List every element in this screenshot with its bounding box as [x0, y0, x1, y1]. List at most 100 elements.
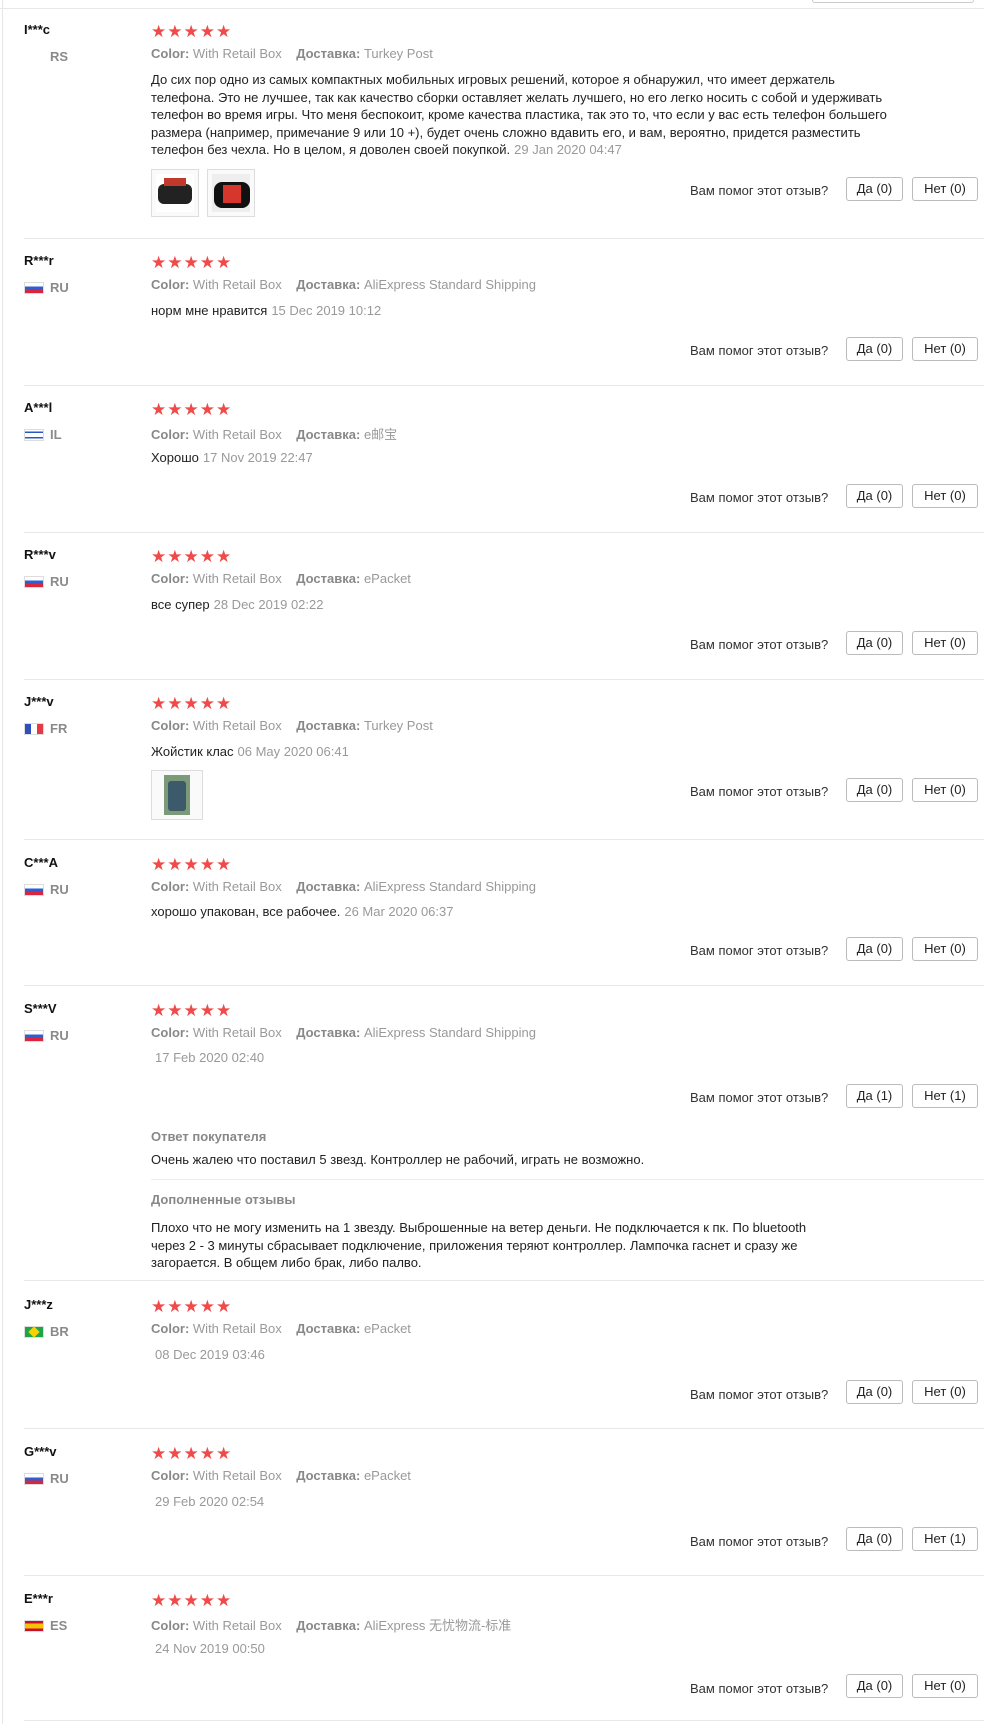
rating-stars: ★★★★★ [151, 1444, 233, 1463]
reviewer-name: J***v [24, 694, 54, 709]
helpful-yes-button[interactable]: Да (0) [846, 937, 903, 961]
helpful-yes-button[interactable]: Да (0) [846, 337, 903, 361]
helpful-no-button[interactable]: Нет (0) [912, 937, 978, 961]
helpful-no-button[interactable]: Нет (0) [912, 778, 978, 802]
review-divider [24, 532, 984, 533]
helpful-question: Вам помог этот отзыв? [690, 1387, 829, 1402]
review-text: 29 Feb 2020 02:54 [155, 1494, 265, 1509]
review-divider [24, 985, 984, 986]
review-photo-thumbnail[interactable] [151, 770, 203, 820]
rating-stars: ★★★★★ [151, 855, 233, 874]
flag-icon [24, 428, 44, 441]
additional-review-text: Плохо что не могу изменить на 1 звезду. … [151, 1220, 807, 1270]
rating-stars: ★★★★★ [151, 547, 233, 566]
helpful-yes-button[interactable]: Да (0) [846, 1380, 903, 1404]
buyer-reply-title: Ответ покупателя [151, 1129, 267, 1144]
rating-stars: ★★★★★ [151, 694, 233, 713]
helpful-question: Вам помог этот отзыв? [690, 784, 829, 799]
review-divider [24, 1720, 984, 1721]
review-divider [24, 1280, 984, 1281]
rating-stars: ★★★★★ [151, 22, 233, 41]
review-divider [24, 1428, 984, 1429]
left-border [2, 0, 3, 1724]
flag-icon [24, 575, 44, 588]
helpful-no-button[interactable]: Нет (0) [912, 337, 978, 361]
review-text: Хорошо 17 Nov 2019 22:47 [151, 450, 313, 465]
review-meta: Color: With Retail Box Доставка: Turkey … [151, 46, 433, 61]
section-divider [151, 1179, 984, 1180]
flag-icon [24, 722, 44, 735]
reviewer-country: RS [50, 49, 69, 64]
flag-icon [24, 883, 44, 896]
helpful-yes-button[interactable]: Да (0) [846, 177, 903, 201]
reviewer-name: A***l [24, 400, 53, 415]
helpful-no-button[interactable]: Нет (0) [912, 484, 978, 508]
rating-stars: ★★★★★ [151, 253, 233, 272]
helpful-question: Вам помог этот отзыв? [690, 183, 829, 198]
rating-stars: ★★★★★ [151, 1001, 233, 1020]
helpful-question: Вам помог этот отзыв? [690, 1090, 829, 1105]
review-divider [24, 385, 984, 386]
helpful-question: Вам помог этот отзыв? [690, 490, 829, 505]
flag-icon [24, 281, 44, 294]
reviewer-name: J***z [24, 1297, 53, 1312]
review-text: До сих пор одно из самых компактных моби… [151, 72, 887, 157]
flag-icon [24, 1472, 44, 1485]
reviewer-country: RU [24, 1028, 69, 1043]
review-divider [24, 679, 984, 680]
review-meta: Color: With Retail Box Доставка: AliExpr… [151, 1618, 512, 1633]
reviewer-country: RU [24, 574, 69, 589]
review-text: все супер 28 Dec 2019 02:22 [151, 597, 324, 612]
helpful-no-button[interactable]: Нет (0) [912, 177, 978, 201]
review-divider [24, 1575, 984, 1576]
review-meta: Color: With Retail Box Доставка: AliExpr… [151, 1025, 536, 1040]
helpful-no-button[interactable]: Нет (1) [912, 1527, 978, 1551]
helpful-yes-button[interactable]: Да (1) [846, 1084, 903, 1108]
rating-stars: ★★★★★ [151, 1591, 233, 1610]
review-text: 24 Nov 2019 00:50 [155, 1641, 265, 1656]
review-meta: Color: With Retail Box Доставка: AliExpr… [151, 277, 536, 292]
reviewer-name: R***r [24, 253, 54, 268]
top-divider [0, 8, 984, 9]
helpful-question: Вам помог этот отзыв? [690, 343, 829, 358]
flag-icon [24, 1619, 44, 1632]
flag-icon [24, 1029, 44, 1042]
reviewer-country: IL [24, 427, 62, 442]
reviewer-name: R***v [24, 547, 56, 562]
reviewer-name: E***r [24, 1591, 53, 1606]
top-control[interactable] [812, 0, 974, 3]
reviewer-country: RU [24, 1471, 69, 1486]
review-text: 17 Feb 2020 02:40 [155, 1050, 265, 1065]
helpful-question: Вам помог этот отзыв? [690, 1534, 829, 1549]
review-text: норм мне нравится 15 Dec 2019 10:12 [151, 303, 382, 318]
reviewer-country: FR [24, 721, 67, 736]
helpful-yes-button[interactable]: Да (0) [846, 1674, 903, 1698]
helpful-no-button[interactable]: Нет (0) [912, 631, 978, 655]
flag-icon [24, 1325, 44, 1338]
additional-review-title: Дополненные отзывы [151, 1192, 296, 1207]
reviewer-country: RU [24, 882, 69, 897]
review-divider [24, 238, 984, 239]
review-divider [24, 839, 984, 840]
helpful-yes-button[interactable]: Да (0) [846, 484, 903, 508]
review-text: 08 Dec 2019 03:46 [155, 1347, 265, 1362]
review-photo-thumbnail[interactable] [151, 169, 199, 217]
reviewer-name: S***V [24, 1001, 57, 1016]
helpful-question: Вам помог этот отзыв? [690, 637, 829, 652]
review-text: хорошо упакован, все рабочее. 26 Mar 2020… [151, 904, 454, 919]
reviewer-country: ES [24, 1618, 67, 1633]
review-meta: Color: With Retail Box Доставка: ePacket [151, 1468, 411, 1483]
helpful-no-button[interactable]: Нет (0) [912, 1380, 978, 1404]
review-meta: Color: With Retail Box Доставка: ePacket [151, 1321, 411, 1336]
helpful-yes-button[interactable]: Да (0) [846, 631, 903, 655]
review-photo-thumbnail[interactable] [207, 169, 255, 217]
review-meta: Color: With Retail Box Доставка: AliExpr… [151, 879, 536, 894]
helpful-no-button[interactable]: Нет (1) [912, 1084, 978, 1108]
helpful-question: Вам помог этот отзыв? [690, 943, 829, 958]
helpful-yes-button[interactable]: Да (0) [846, 778, 903, 802]
helpful-no-button[interactable]: Нет (0) [912, 1674, 978, 1698]
reviewer-name: C***A [24, 855, 58, 870]
reviewer-name: I***c [24, 22, 51, 37]
reviewer-country: BR [24, 1324, 69, 1339]
helpful-yes-button[interactable]: Да (0) [846, 1527, 903, 1551]
